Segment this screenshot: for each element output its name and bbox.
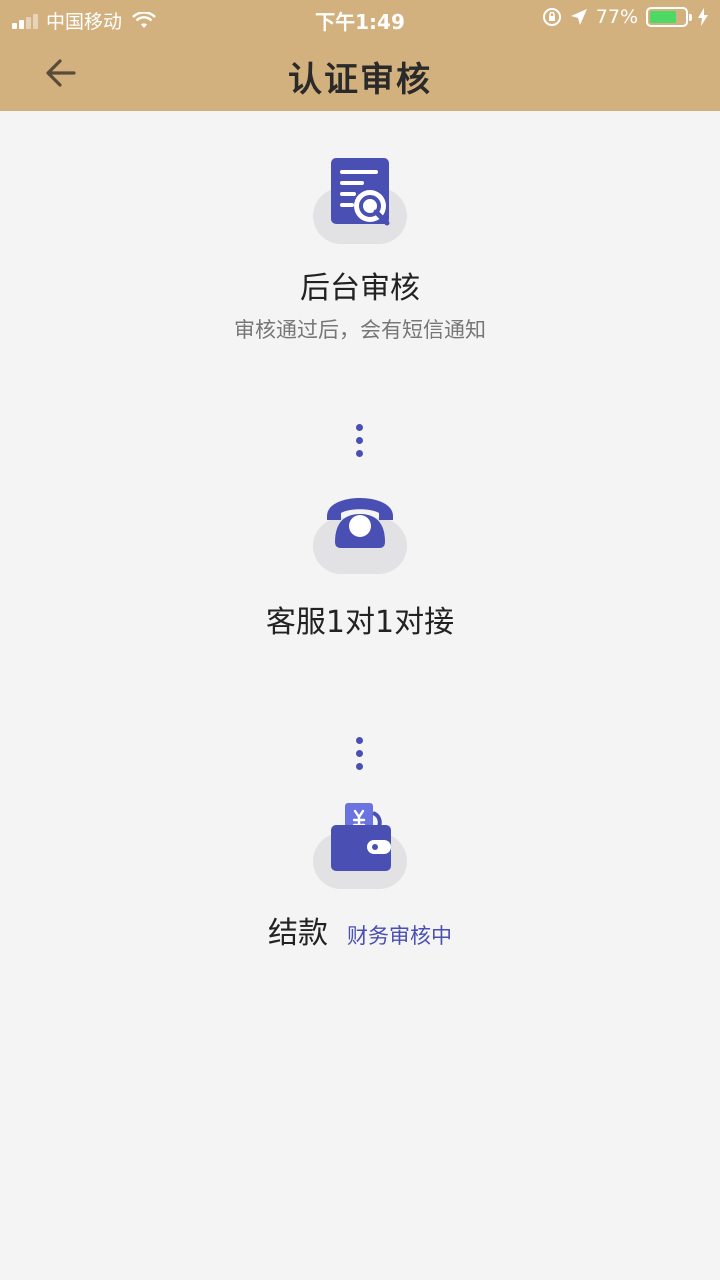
wallet-icon — [305, 795, 425, 905]
status-right: 77% — [542, 6, 708, 28]
document-search-icon — [305, 150, 425, 260]
charging-icon — [698, 8, 708, 26]
battery-fill — [650, 11, 677, 23]
location-icon — [570, 9, 587, 25]
payment-status: 财务审核中 — [347, 924, 453, 948]
battery-percent: 77% — [595, 6, 638, 28]
step-label-service: 客服1对1对接 — [265, 605, 455, 640]
step-connector — [356, 737, 364, 776]
header: 中国移动 下午1:49 77% 认证审核 — [0, 0, 720, 111]
step-connector — [356, 424, 364, 463]
step-label-payment: 结款 — [267, 916, 328, 951]
payment-row: 结款 财务审核中 — [0, 908, 720, 952]
status-bar: 中国移动 下午1:49 77% — [0, 0, 720, 36]
step-label-review: 后台审核 — [300, 271, 420, 306]
battery-icon — [646, 7, 692, 27]
telephone-icon — [305, 480, 425, 590]
orientation-lock-icon — [542, 8, 561, 26]
page-title: 认证审核 — [288, 60, 432, 100]
step-sub-review: 审核通过后，会有短信通知 — [234, 318, 486, 342]
